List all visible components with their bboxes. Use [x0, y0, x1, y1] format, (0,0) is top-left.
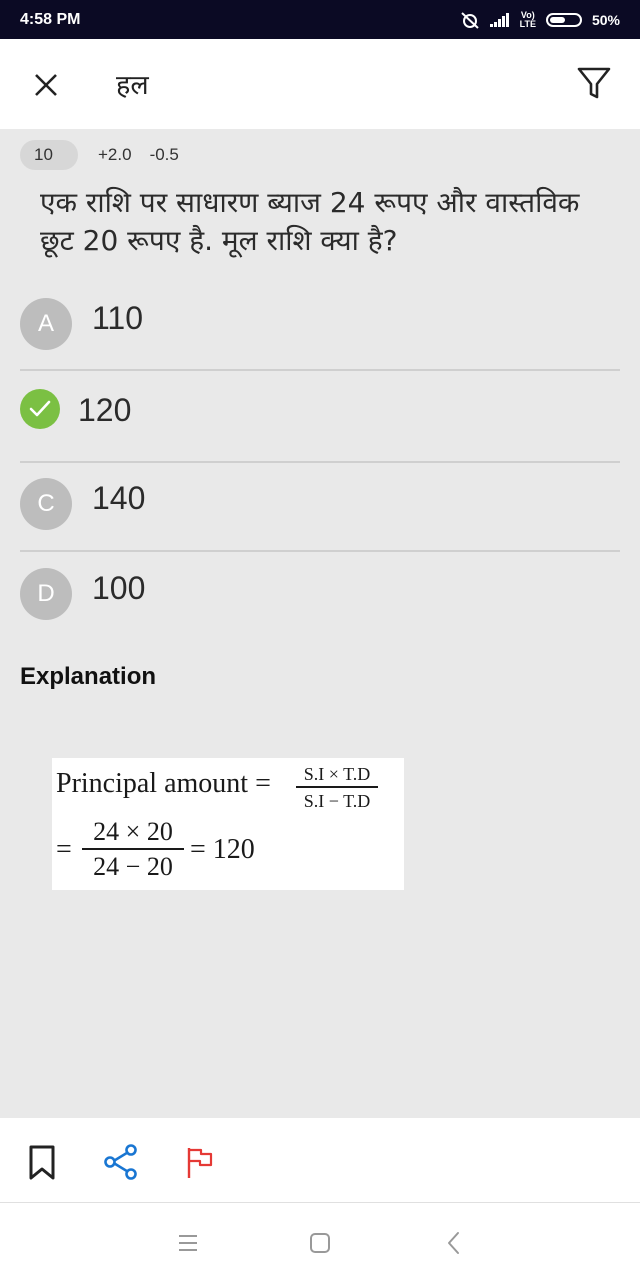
question-meta: 10 +2.0 -0.5: [20, 140, 179, 170]
formula-label: Principal amount =: [56, 768, 271, 799]
divider: [20, 369, 620, 371]
fraction-denominator: 24 − 20: [93, 852, 173, 881]
filter-icon[interactable]: [576, 65, 612, 101]
negative-marks: -0.5: [149, 145, 179, 164]
close-icon[interactable]: [30, 69, 62, 101]
bookmark-icon[interactable]: [22, 1142, 62, 1182]
divider: [20, 550, 620, 552]
menu-icon[interactable]: [174, 1229, 202, 1257]
status-bar: 4:58 PM Vo) LTE 50%: [0, 0, 640, 39]
correct-answer-check-icon: [20, 389, 60, 429]
status-time: 4:58 PM: [20, 10, 81, 28]
formula-fraction: S.I × T.D S.I − T.D: [296, 762, 378, 812]
alarm-off-icon: [460, 11, 479, 29]
fraction-numerator: 24 × 20: [82, 818, 184, 850]
question-text: एक राशि पर साधारण ब्याज 24 रूपए और वास्त…: [40, 186, 580, 257]
option-letter-badge: C: [20, 478, 72, 530]
option-b[interactable]: 120: [20, 389, 620, 479]
action-bar: [0, 1118, 640, 1203]
equals-sign: =: [56, 834, 72, 865]
explanation-formula-image: Principal amount = S.I × T.D S.I − T.D =…: [52, 758, 404, 890]
home-icon[interactable]: [306, 1229, 334, 1257]
back-icon[interactable]: [440, 1229, 468, 1257]
flag-icon[interactable]: [180, 1142, 220, 1182]
fraction-numerator: S.I × T.D: [296, 762, 378, 788]
option-value: 100: [92, 570, 146, 606]
option-value: 110: [92, 300, 144, 336]
option-letter-badge: D: [20, 568, 72, 620]
option-value: 140: [92, 480, 146, 516]
divider: [20, 461, 620, 463]
option-d[interactable]: D 100: [20, 568, 620, 658]
formula-result: = 120: [190, 834, 255, 865]
option-a[interactable]: A 110: [20, 298, 620, 388]
option-value: 120: [78, 392, 132, 428]
option-letter-badge: A: [20, 298, 72, 350]
volte-indicator: Vo) LTE: [519, 9, 536, 29]
explanation-heading: Explanation: [20, 663, 157, 690]
positive-marks: +2.0: [98, 145, 132, 164]
option-c[interactable]: C 140: [20, 478, 620, 568]
signal-icon: [489, 12, 509, 27]
status-icons: Vo) LTE 50%: [460, 9, 620, 29]
page-title: हल: [116, 70, 149, 101]
battery-icon: [545, 12, 582, 27]
calculation-fraction: 24 × 20 24 − 20: [82, 818, 184, 881]
system-nav-bar: [0, 1203, 640, 1280]
battery-percent: 50%: [591, 11, 620, 28]
share-icon[interactable]: [101, 1142, 141, 1182]
question-number-badge: 10: [20, 140, 78, 170]
fraction-denominator: S.I − T.D: [303, 791, 371, 811]
app-bar: हल: [0, 39, 640, 129]
